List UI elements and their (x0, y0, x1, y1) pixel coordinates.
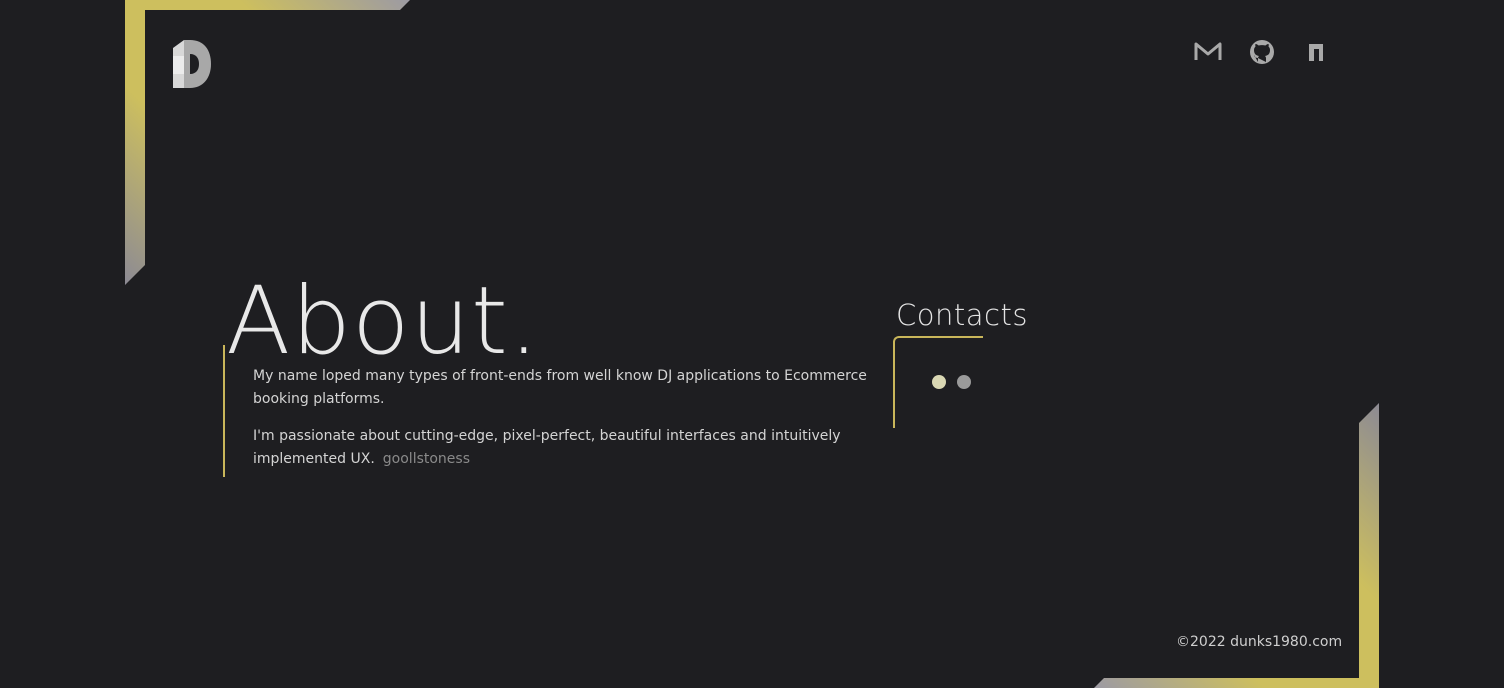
about-paragraph-2-main: I'm passionate about cutting-edge, pixel… (253, 428, 841, 467)
contacts-heading: Contacts (896, 298, 1028, 333)
corner-frame-top-left (125, 0, 410, 285)
about-text-block: My name loped many types of front-ends f… (223, 345, 883, 477)
about-paragraph-2: I'm passionate about cutting-edge, pixel… (253, 425, 883, 471)
github-icon[interactable] (1248, 38, 1276, 66)
loading-dot (932, 375, 946, 389)
social-links (1194, 38, 1330, 66)
pd-monogram-icon[interactable] (170, 38, 212, 92)
bookmark-icon[interactable] (1302, 38, 1330, 66)
about-paragraph-2-faded: goollstoness (382, 451, 471, 467)
mail-icon[interactable] (1194, 38, 1222, 66)
about-paragraph-1: My name loped many types of front-ends f… (253, 368, 867, 407)
loading-dot (957, 375, 971, 389)
contacts-loading-box (893, 336, 983, 428)
copyright-text[interactable]: ©2022 dunks1980.com (1176, 634, 1342, 650)
page: About. My name loped many types of front… (0, 0, 1504, 688)
